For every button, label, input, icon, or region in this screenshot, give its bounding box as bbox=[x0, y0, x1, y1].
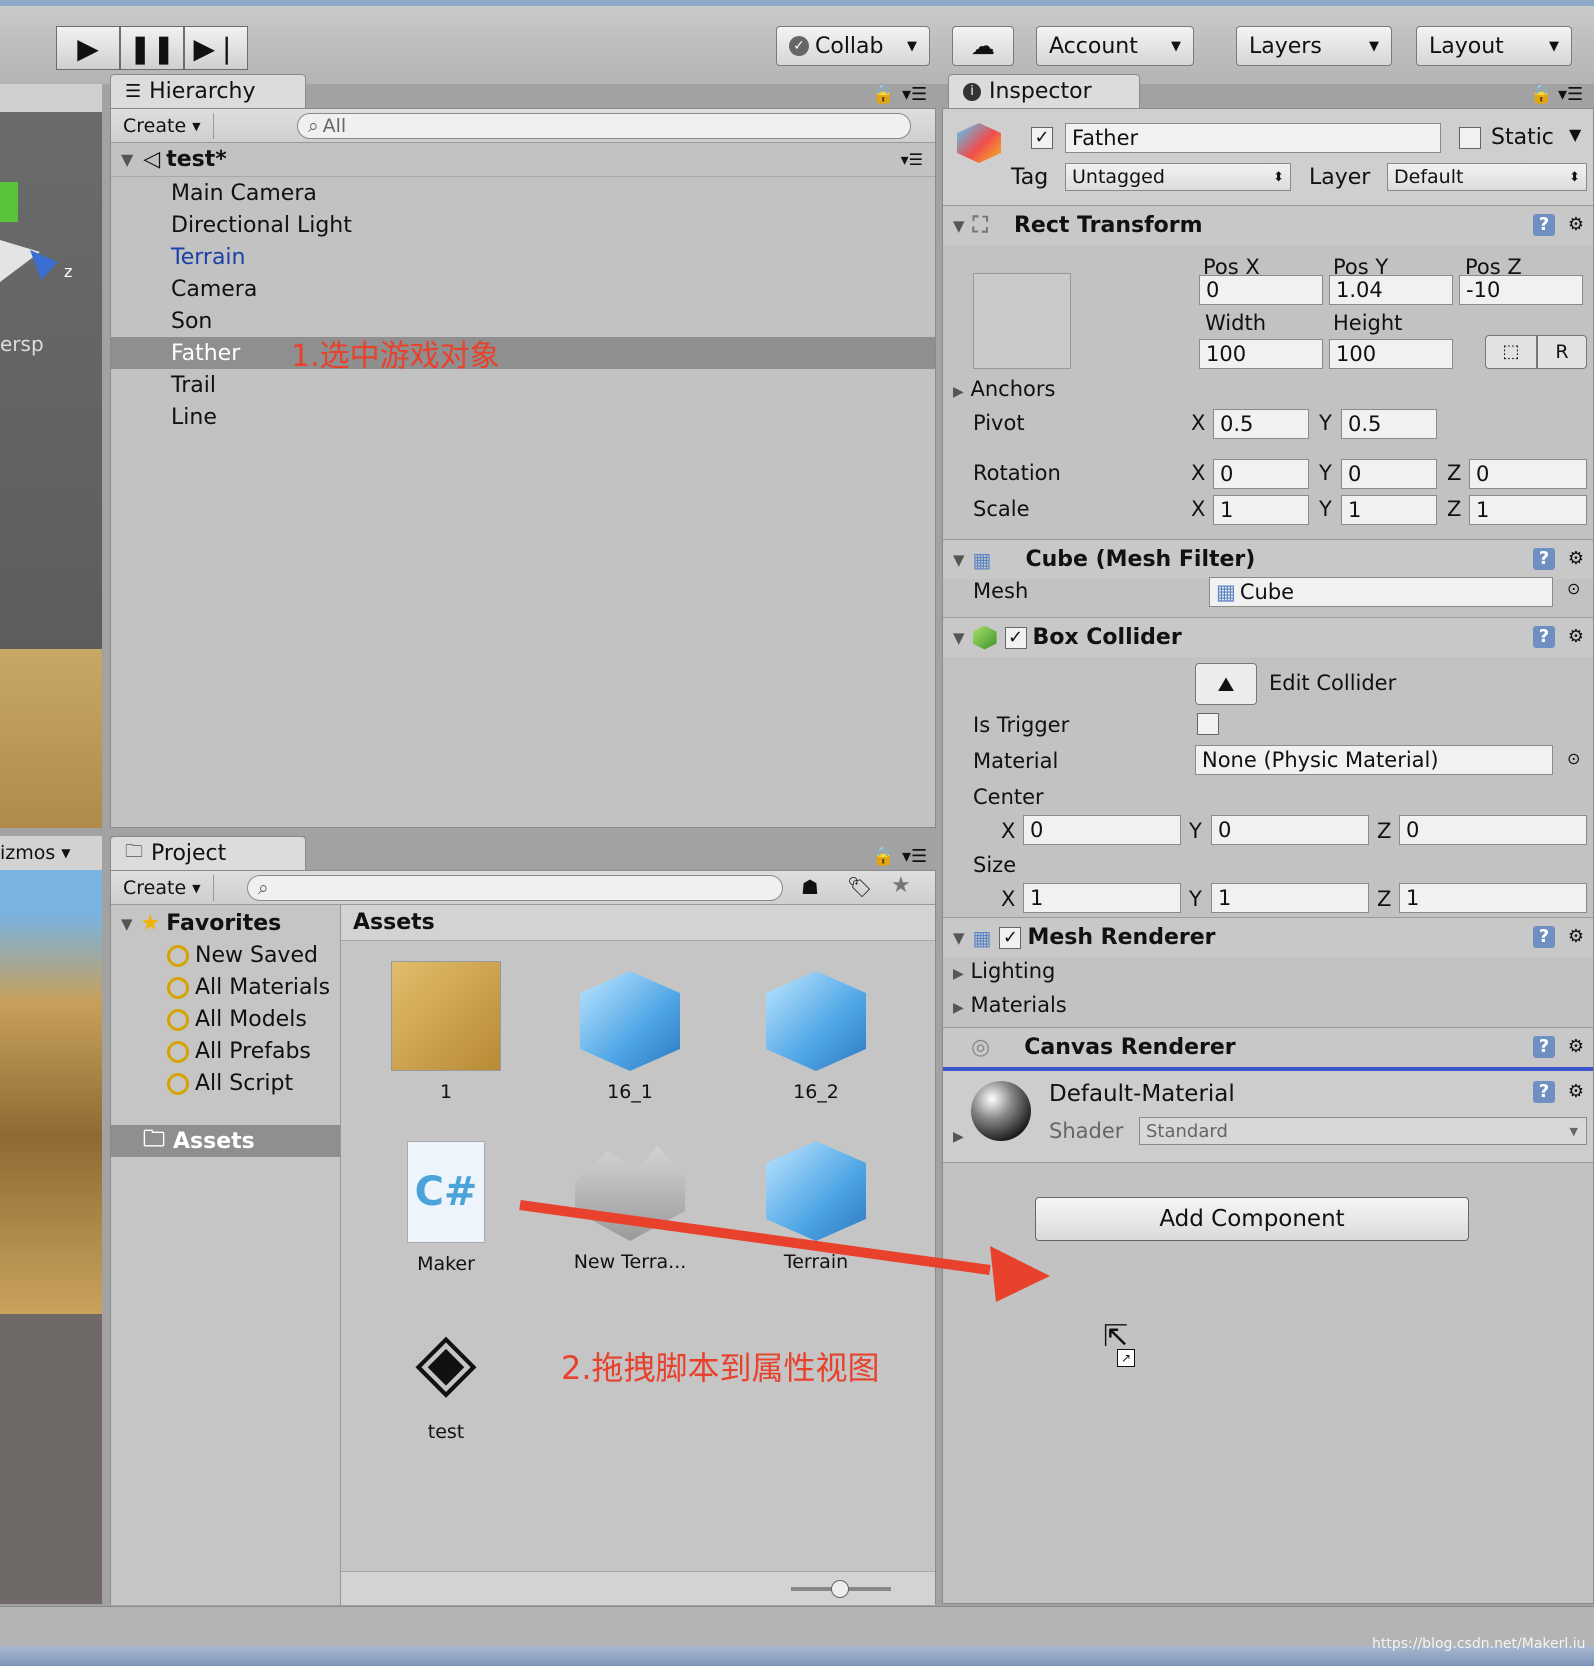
status-bar bbox=[0, 1606, 1594, 1646]
drag-arrow-annotation bbox=[519, 1200, 1050, 1302]
taskbar bbox=[0, 1646, 1594, 1666]
watermark-text: https://blog.csdn.net/Makerl.iu bbox=[1372, 1636, 1586, 1652]
drag-arrow-head bbox=[990, 1246, 1050, 1302]
drag-arrow-line bbox=[519, 1200, 991, 1275]
